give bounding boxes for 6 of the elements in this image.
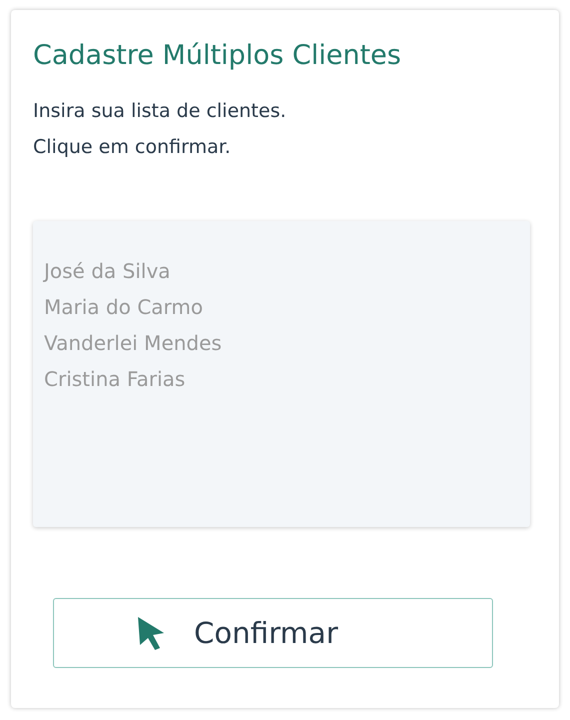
instruction-text: Insira sua lista de clientes. — [33, 99, 288, 124]
instruction-text: Clique em confirmar. — [33, 135, 232, 160]
client-list-field[interactable]: José da Silva Maria do Carmo Vanderlei Mendes Cristina Farias — [33, 221, 530, 527]
confirm-button[interactable]: Confirmar — [53, 598, 493, 668]
cursor-icon — [136, 615, 166, 651]
card-title: Cadastre Múltiplos Clientes — [33, 40, 402, 71]
